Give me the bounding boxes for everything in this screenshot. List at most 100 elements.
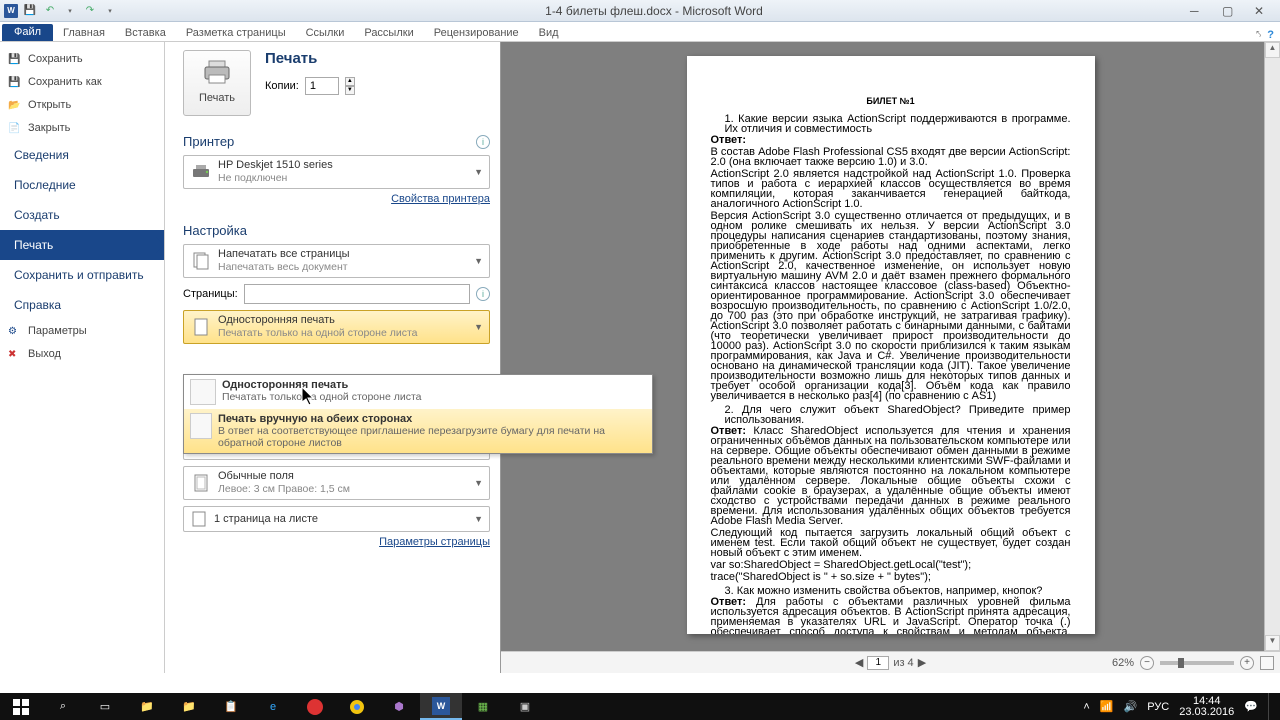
doc-title: БИЛЕТ №1 [711,96,1071,106]
help-icon[interactable]: ? [1267,29,1274,41]
tab-review[interactable]: Рецензирование [424,25,529,41]
page-setup-link[interactable]: Параметры страницы [183,536,490,548]
scroll-up-icon[interactable]: ▲ [1265,42,1280,58]
app-icon[interactable]: ▦ [462,693,504,720]
ribbon-minimize-icon[interactable]: ⤣ [1256,29,1261,41]
close-file-icon: 📄 [8,121,22,135]
settings-section-title: Настройка [183,223,490,238]
tab-page-layout[interactable]: Разметка страницы [176,25,296,41]
print-side-select[interactable]: Односторонняя печатьПечатать только на о… [183,310,490,344]
clock[interactable]: 14:4423.03.2016 [1179,696,1234,718]
printer-info-icon[interactable]: i [476,135,490,149]
page-total: из 4 [893,657,913,669]
zoom-out-button[interactable]: − [1140,656,1154,670]
chevron-down-icon: ▼ [474,478,483,488]
preview-scrollbar[interactable]: ▲ ▼ [1264,42,1280,651]
edge-icon[interactable]: e [252,693,294,720]
notifications-icon[interactable]: 💬 [1244,700,1258,713]
nav-options[interactable]: ⚙Параметры [0,320,164,343]
start-button[interactable] [0,693,42,720]
nav-info[interactable]: Сведения [0,140,164,170]
file-explorer-icon-2[interactable]: 📁 [168,693,210,720]
chrome-icon[interactable] [336,693,378,720]
word-taskbar-icon[interactable]: W [420,693,462,720]
app-icon-2[interactable]: ▣ [504,693,546,720]
qat-customize-icon[interactable]: ▾ [102,3,118,19]
printer-icon [201,59,233,85]
print-range-select[interactable]: Напечатать все страницыНапечатать весь д… [183,244,490,278]
printer-device-icon [190,161,212,183]
network-icon[interactable]: 📶 [1100,700,1114,713]
scroll-down-icon[interactable]: ▼ [1265,635,1280,651]
pages-label: Страницы: [183,288,238,300]
prev-page-icon[interactable]: ◀ [855,656,863,669]
option-manual-duplex[interactable]: Печать вручную на обеих сторонахВ ответ … [184,409,652,453]
open-icon: 📂 [8,98,22,112]
print-panel: Печать Печать Копии: ▲▼ Принтер i HP Des… [165,42,500,673]
nav-recent[interactable]: Последние [0,170,164,200]
qat-dropdown-icon[interactable]: ▾ [62,3,78,19]
tab-view[interactable]: Вид [529,25,569,41]
file-tab[interactable]: Файл [2,24,53,41]
task-view-icon[interactable]: ▭ [84,693,126,720]
nav-save-as[interactable]: 💾Сохранить как [0,71,164,94]
preview-pager: ◀ из 4 ▶ 62% − + [501,651,1280,673]
volume-icon[interactable]: 🔊 [1124,700,1138,713]
options-icon: ⚙ [8,324,22,338]
chevron-down-icon: ▼ [474,167,483,177]
nav-share[interactable]: Сохранить и отправить [0,260,164,290]
window-title: 1-4 билеты флеш.docx - Microsoft Word [118,4,1190,18]
printer-select[interactable]: HP Deskjet 1510 seriesНе подключен ▼ [183,155,490,189]
nav-help[interactable]: Справка [0,290,164,320]
margins-icon [190,472,212,494]
next-page-icon[interactable]: ▶ [918,656,926,669]
margins-select[interactable]: Обычные поляЛевое: 3 см Правое: 1,5 см ▼ [183,466,490,500]
file-explorer-icon[interactable]: 📁 [126,693,168,720]
tray-chevron-icon[interactable]: ˄ [1083,701,1089,713]
language-indicator[interactable]: РУС [1147,701,1169,713]
option-one-side[interactable]: Односторонняя печатьПечатать только на о… [184,375,652,409]
show-desktop[interactable] [1268,693,1274,720]
one-side-icon [190,316,212,338]
zoom-slider[interactable] [1160,661,1234,665]
nav-save[interactable]: 💾Сохранить [0,48,164,71]
one-side-icon [190,379,216,405]
copies-label: Копии: [265,80,299,92]
pages-info-icon[interactable]: i [476,287,490,301]
tab-insert[interactable]: Вставка [115,25,176,41]
zoom-in-button[interactable]: + [1240,656,1254,670]
quick-access-toolbar: W 💾 ↶ ▾ ↷ ▾ [0,3,118,19]
undo-icon[interactable]: ↶ [42,3,58,19]
maximize-button[interactable]: ▢ [1222,4,1236,18]
save-as-icon: 💾 [8,75,22,89]
close-button[interactable]: ✕ [1254,4,1268,18]
nav-print[interactable]: Печать [0,230,164,260]
print-preview: БИЛЕТ №1 1. Какие версии языка ActionScr… [500,42,1280,673]
word-icon: W [4,4,18,18]
nav-new[interactable]: Создать [0,200,164,230]
nav-close[interactable]: 📄Закрыть [0,117,164,140]
copies-spinner[interactable]: ▲▼ [345,77,355,95]
page-number-input[interactable] [867,656,889,670]
search-icon[interactable]: ⌕ [42,693,84,720]
pages-per-sheet-select[interactable]: 1 страница на листе ▼ [183,506,490,532]
vs-icon[interactable]: ⬢ [378,693,420,720]
tab-references[interactable]: Ссылки [296,25,355,41]
printer-properties-link[interactable]: Свойства принтера [183,193,490,205]
notepad-icon[interactable]: 📋 [210,693,252,720]
redo-icon[interactable]: ↷ [82,3,98,19]
zoom-fit-icon[interactable] [1260,656,1274,670]
nav-exit[interactable]: ✖Выход [0,343,164,366]
copies-input[interactable] [305,77,339,95]
minimize-button[interactable]: ─ [1190,4,1204,18]
save-icon[interactable]: 💾 [22,3,38,19]
tab-mailings[interactable]: Рассылки [354,25,423,41]
pages-icon [190,250,212,272]
save-icon: 💾 [8,52,22,66]
opera-icon[interactable] [294,693,336,720]
pages-input[interactable] [244,284,470,304]
chevron-down-icon: ▼ [474,514,483,524]
tab-home[interactable]: Главная [53,25,115,41]
nav-open[interactable]: 📂Открыть [0,94,164,117]
print-button[interactable]: Печать [183,50,251,116]
